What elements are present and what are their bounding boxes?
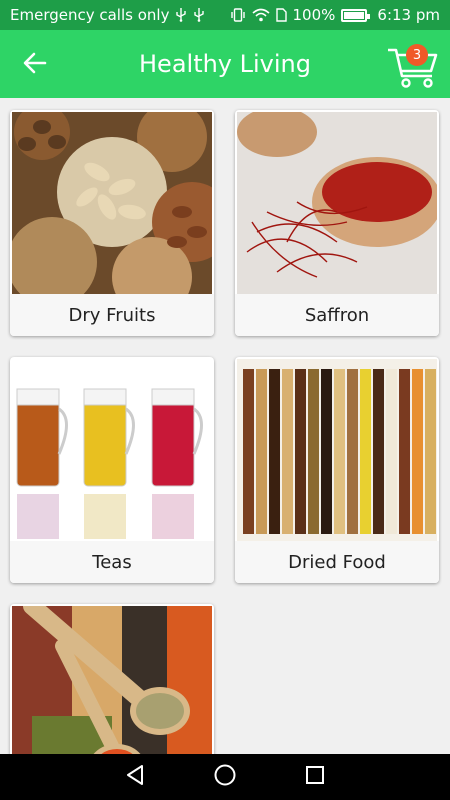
vibrate-icon [230, 8, 246, 22]
back-button[interactable] [18, 48, 52, 82]
nav-home-button[interactable] [210, 762, 240, 792]
sim-icon [275, 8, 287, 22]
square-recents-icon [304, 764, 326, 790]
category-label: Teas [10, 541, 214, 583]
dried-food-image [237, 359, 437, 541]
category-grid: Dry Fruits Saffron Teas Dried Food [0, 98, 450, 754]
system-nav-bar [0, 754, 450, 800]
cart-button[interactable]: 3 [386, 38, 440, 92]
usb-icon [175, 8, 187, 22]
page-title: Healthy Living [139, 50, 311, 78]
triangle-back-icon [124, 764, 146, 790]
app-bar: Healthy Living 3 [0, 30, 450, 98]
category-card-pulses[interactable] [10, 604, 214, 754]
cart-count-badge: 3 [406, 44, 428, 66]
wifi-icon [251, 8, 270, 22]
category-label: Dried Food [235, 541, 439, 583]
saffron-image [237, 112, 437, 294]
category-label: Dry Fruits [10, 294, 214, 336]
nav-back-button[interactable] [120, 762, 150, 792]
category-card-teas[interactable]: Teas [10, 357, 214, 583]
clock: 6:13 pm [377, 6, 440, 24]
teas-image [12, 359, 212, 541]
nav-recents-button[interactable] [300, 762, 330, 792]
category-card-saffron[interactable]: Saffron [235, 110, 439, 336]
category-label: Saffron [235, 294, 439, 336]
circle-home-icon [213, 763, 237, 791]
shopping-cart-icon [386, 48, 440, 96]
category-card-dried-food[interactable]: Dried Food [235, 357, 439, 583]
carrier-text: Emergency calls only [10, 6, 170, 24]
usb-icon [193, 8, 205, 22]
category-card-dry-fruits[interactable]: Dry Fruits [10, 110, 214, 336]
battery-icon [341, 8, 371, 22]
arrow-left-icon [23, 52, 47, 78]
dry-fruits-image [12, 112, 212, 294]
status-bar: Emergency calls only 100% 6:13 pm [0, 0, 450, 30]
battery-percent: 100% [292, 6, 336, 24]
pulses-image [12, 606, 212, 754]
